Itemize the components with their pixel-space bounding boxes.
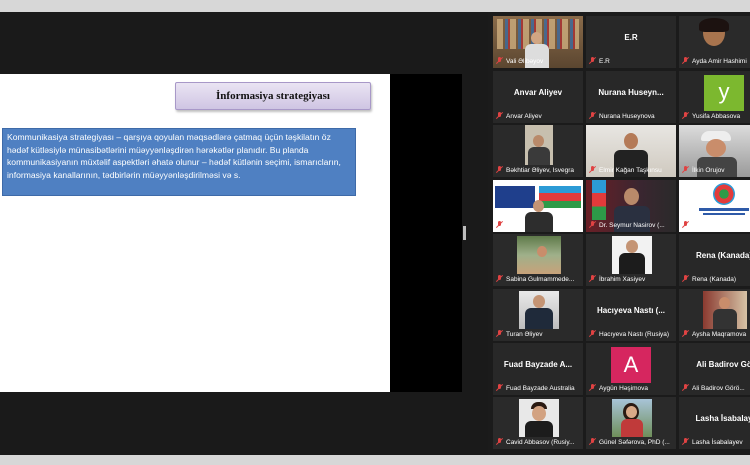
participant-name: Ayda Amir Hashimi — [692, 57, 747, 65]
slide-body-text: Kommunikasiya strategiyası – qarşıya qoy… — [2, 128, 356, 196]
presentation-slide: İnformasiya strategiyası Kommunikasiya s… — [0, 74, 390, 392]
muted-mic-icon — [682, 438, 689, 446]
participant-name: Fuad Bayzade Australia — [506, 384, 575, 392]
muted-mic-icon — [589, 330, 596, 338]
muted-mic-icon — [496, 112, 503, 120]
participant-name: Nurana Huseynova — [599, 112, 655, 120]
participant-tile[interactable]: Günel Səfərova, PhD (... — [586, 397, 676, 449]
participant-name: Eğerb — [506, 221, 524, 229]
window-top-bar — [0, 0, 750, 12]
muted-mic-icon — [589, 57, 596, 65]
muted-mic-icon — [496, 57, 503, 65]
muted-mic-icon — [682, 330, 689, 338]
participant-name: E.R — [599, 57, 610, 65]
participant-display-name: Rena (Kanada) — [695, 251, 750, 260]
muted-mic-icon — [496, 166, 503, 174]
participant-tile[interactable]: Ayda Amir Hashimi — [679, 16, 750, 68]
participant-tile[interactable]: Rena (Kanada) Rena (Kanada) — [679, 234, 750, 286]
participant-tile[interactable]: Aysha Maqramova — [679, 289, 750, 341]
participant-tile[interactable]: Bəkhtiar Əliyev, Isvegra — [493, 125, 583, 177]
participant-tile[interactable]: Elmir Kağan Taşkınsu — [586, 125, 676, 177]
window-bottom-bar — [0, 455, 750, 465]
participant-name: Turan Əliyev — [506, 330, 543, 338]
participant-tile[interactable]: Anvar Aliyev Anvar Aliyev — [493, 71, 583, 123]
participant-name: Aysha Maqramova — [692, 330, 747, 338]
participant-name: Dr. Seymur Nasirov (... — [599, 221, 665, 229]
participant-name: Vali Əlibəyov — [506, 57, 544, 65]
participant-name: Hacıyeva Nastı (Rusiya) — [599, 330, 670, 338]
muted-mic-icon — [496, 275, 503, 283]
participant-tile[interactable]: E.R E.R — [586, 16, 676, 68]
participant-name: Ali Badirov Görö... — [692, 384, 745, 392]
participant-tile[interactable]: Vali Əlibəyov — [493, 16, 583, 68]
participant-display-name: Ali Badirov Gö — [696, 360, 750, 369]
muted-mic-icon — [589, 112, 596, 120]
muted-mic-icon — [682, 112, 689, 120]
participant-tile[interactable]: Cavid Abbasov (Rusiy... — [493, 397, 583, 449]
participant-avatar: A — [611, 347, 651, 383]
muted-mic-icon — [496, 384, 503, 392]
muted-mic-icon — [589, 221, 596, 229]
participant-name: Aygün Həşimova — [599, 384, 649, 392]
muted-mic-icon — [682, 275, 689, 283]
participant-tile[interactable]: İbrahim Xasiyev — [586, 234, 676, 286]
participant-tile[interactable]: İlkin Orujov — [679, 125, 750, 177]
slide-title: İnformasiya strategiyası — [175, 82, 371, 110]
participant-name: Diasporal işi üzrə — [692, 221, 742, 229]
muted-mic-icon — [682, 384, 689, 392]
muted-mic-icon — [682, 57, 689, 65]
participant-name: Günel Səfərova, PhD (... — [599, 438, 670, 446]
muted-mic-icon — [682, 166, 689, 174]
muted-mic-icon — [496, 221, 503, 229]
slide-side-panel — [390, 74, 462, 392]
participant-tile[interactable]: Eğerb — [493, 180, 583, 232]
participant-name: Anvar Aliyev — [506, 112, 542, 120]
participant-name: Yusifa Abbasova — [692, 112, 741, 120]
participant-tile[interactable]: Lasha İsabalay Lasha İsabalayev — [679, 397, 750, 449]
participant-name: Sabina Gulmammede... — [506, 275, 575, 283]
splitter-handle[interactable] — [463, 226, 466, 240]
participant-display-name: Lasha İsabalay — [695, 414, 750, 423]
participant-tile[interactable]: Fuad Bayzade A... Fuad Bayzade Australia — [493, 343, 583, 395]
participant-display-name: E.R — [624, 33, 638, 42]
participant-tile[interactable]: Hacıyeva Nastı (... Hacıyeva Nastı (Rusi… — [586, 289, 676, 341]
participant-display-name: Fuad Bayzade A... — [503, 360, 573, 369]
participant-gallery: Vali Əlibəyov E.R E.R Ayda Amir Hashimi … — [490, 14, 750, 455]
participant-tile[interactable]: Diasporal işi üzrə — [679, 180, 750, 232]
participant-tile[interactable]: y Yusifa Abbasova — [679, 71, 750, 123]
participant-tile[interactable]: A Aygün Həşimova — [586, 343, 676, 395]
participant-display-name: Hacıyeva Nastı (... — [596, 306, 666, 315]
participant-tile[interactable]: Dr. Seymur Nasirov (... — [586, 180, 676, 232]
participant-tile[interactable]: Sabina Gulmammede... — [493, 234, 583, 286]
participant-name: İbrahim Xasiyev — [599, 275, 646, 283]
participant-name: Rena (Kanada) — [692, 275, 737, 283]
muted-mic-icon — [589, 384, 596, 392]
participant-tile[interactable]: Turan Əliyev — [493, 289, 583, 341]
participant-name: Cavid Abbasov (Rusiy... — [506, 438, 575, 446]
participant-tile[interactable]: Nurana Huseyn... Nurana Huseynova — [586, 71, 676, 123]
muted-mic-icon — [589, 438, 596, 446]
participant-name: İlkin Orujov — [692, 166, 725, 174]
participant-tile[interactable]: Ali Badirov Gö Ali Badirov Görö... — [679, 343, 750, 395]
muted-mic-icon — [682, 221, 689, 229]
muted-mic-icon — [496, 330, 503, 338]
participant-display-name: Nurana Huseyn... — [598, 88, 664, 97]
participant-avatar: y — [704, 75, 744, 111]
muted-mic-icon — [589, 166, 596, 174]
participant-display-name: Anvar Aliyev — [513, 88, 563, 97]
participant-name: Elmir Kağan Taşkınsu — [599, 166, 662, 174]
muted-mic-icon — [589, 275, 596, 283]
participant-name: Lasha İsabalayev — [692, 438, 743, 446]
participant-name: Bəkhtiar Əliyev, Isvegra — [506, 166, 574, 174]
muted-mic-icon — [496, 438, 503, 446]
